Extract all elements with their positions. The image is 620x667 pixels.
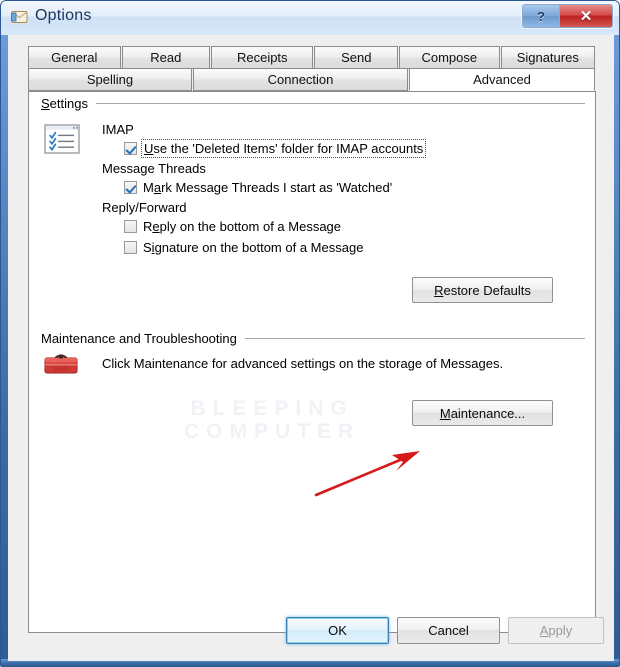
close-icon[interactable]: ✕ [560,5,612,27]
red-toolbox-icon [44,354,78,374]
checkbox-mark-watched[interactable]: Mark Message Threads I start as 'Watched… [124,180,392,195]
checkbox-signature-bottom[interactable]: Signature on the bottom of a Message [124,240,363,255]
bleeping-computer-watermark: BLEEPING COMPUTER [184,397,360,443]
tab-read[interactable]: Read [121,46,211,69]
restore-defaults-button[interactable]: Restore Defaults [412,277,553,303]
tab-advanced[interactable]: Advanced [409,68,595,91]
window-frame-left [1,35,8,666]
checkbox-label: Mark Message Threads I start as 'Watched… [143,180,393,195]
dialog-client-area: General Read Receipts Send Compose Signa… [8,35,614,661]
window-title: Options [35,7,92,24]
watermark-line-1: BLEEPING [190,397,354,420]
message-threads-section-label: Message Threads [102,161,206,176]
maintenance-button[interactable]: Maintenance... [412,400,553,426]
cancel-button[interactable]: Cancel [397,617,500,644]
ok-button[interactable]: OK [286,617,389,644]
tab-strip: General Read Receipts Send Compose Signa… [28,46,596,91]
checkbox-label: Reply on the bottom of a Message [143,219,342,234]
checkbox-label: Use the 'Deleted Items' folder for IMAP … [140,139,427,158]
tab-row-1: General Read Receipts Send Compose Signa… [28,46,596,69]
button-label: Maintenance... [439,405,526,421]
button-label: OK [328,623,347,638]
group-rule [95,103,585,104]
tab-receipts[interactable]: Receipts [211,46,314,69]
checkbox-indicator[interactable] [124,181,137,194]
checklist-window-icon [44,124,80,154]
checkbox-reply-bottom[interactable]: Reply on the bottom of a Message [124,219,341,234]
checkbox-imap-deleted-items[interactable]: Use the 'Deleted Items' folder for IMAP … [124,139,427,158]
mail-options-icon [11,11,28,23]
checkbox-indicator[interactable] [124,241,137,254]
tab-connection[interactable]: Connection [193,68,408,91]
checkbox-indicator[interactable] [124,142,137,155]
dialog-footer: OK Cancel Apply [8,599,614,661]
advanced-tab-panel: Settings IMAP Use the 'Deleted Items' fo… [28,91,596,633]
apply-button: Apply [508,617,604,644]
imap-section-label: IMAP [102,122,134,137]
help-button[interactable]: ? [523,5,560,27]
caption-buttons: ? ✕ [522,4,613,28]
checkbox-indicator[interactable] [124,220,137,233]
reply-forward-section-label: Reply/Forward [102,200,187,215]
settings-group-header: Settings [41,96,585,111]
title-bar: Options ? ✕ [1,1,619,36]
maintenance-description: Click Maintenance for advanced settings … [102,356,504,371]
checkbox-label: Signature on the bottom of a Message [143,240,364,255]
button-label: Apply [539,623,573,638]
tab-send[interactable]: Send [314,46,399,69]
options-dialog-window: Options ? ✕ General Read Receipts Send C… [0,0,620,667]
tab-spelling[interactable]: Spelling [28,68,192,91]
group-rule [244,338,585,339]
button-label: Restore Defaults [434,282,531,298]
tab-signatures[interactable]: Signatures [500,46,596,69]
maintenance-group-label: Maintenance and Troubleshooting [41,331,237,346]
maintenance-group-header: Maintenance and Troubleshooting [41,331,585,346]
button-label: Cancel [428,623,469,638]
tab-row-2: Spelling Connection Advanced [28,68,596,91]
tab-compose[interactable]: Compose [399,46,500,69]
tab-general[interactable]: General [28,46,121,69]
watermark-line-2: COMPUTER [184,420,361,443]
